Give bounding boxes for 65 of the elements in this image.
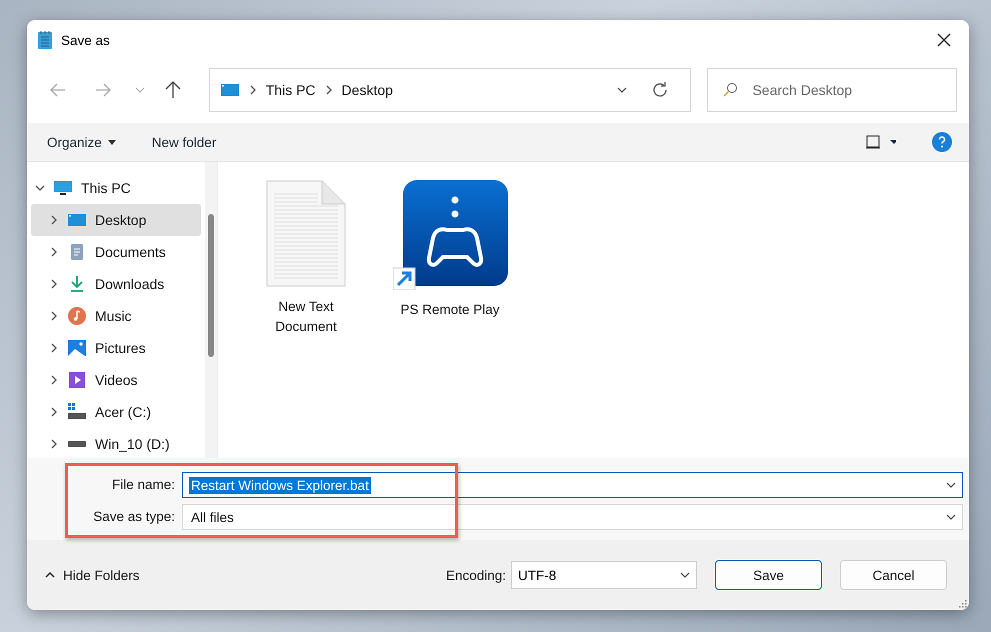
chevron-down-icon [134,87,144,93]
chevron-right-icon[interactable] [49,343,59,353]
back-arrow-icon [50,83,66,97]
caret-icon [946,482,956,488]
resize-grip-icon[interactable] [957,598,967,608]
organize-menu[interactable]: Organize [41,130,122,154]
monitor-icon [53,178,73,198]
sidebar-item[interactable]: Win_10 (D:) [31,428,201,458]
chevron-right-icon[interactable] [49,279,59,289]
cancel-button[interactable]: Cancel [840,560,947,590]
sidebar-item[interactable]: Downloads [31,268,201,300]
caret-icon [108,140,116,144]
breadcrumb-item[interactable]: This PC [266,82,316,98]
encoding-dropdown[interactable]: UTF-8 [511,561,697,589]
save-button[interactable]: Save [715,560,822,590]
sidebar-item[interactable]: Pictures [31,332,201,364]
chevron-right-icon[interactable] [324,85,334,95]
chevron-right-icon[interactable] [49,311,59,321]
chevron-right-icon[interactable] [49,247,59,257]
chevron-right-icon[interactable] [49,439,59,449]
file-name-field[interactable]: Restart Windows Explorer.bat [182,472,963,498]
text-document-icon [266,180,346,287]
chevron-right-icon[interactable] [248,85,258,95]
chevron-right-icon[interactable] [49,215,59,225]
sidebar-item[interactable]: Music [31,300,201,332]
chevron-right-icon[interactable] [49,407,59,417]
address-bar[interactable]: This PC Desktop [208,68,692,112]
notepad-icon [37,30,53,50]
sidebar-item[interactable]: This PC [31,172,201,204]
caret-icon [946,514,956,520]
sidebar-item[interactable]: Documents [31,236,201,268]
video-icon [67,370,87,390]
file-name[interactable]: New Text Document [251,297,361,337]
file-name-value: Restart Windows Explorer.bat [189,476,371,494]
view-pane-icon [866,135,896,149]
save-as-type-label: Save as type: [92,508,175,526]
save-as-type-dropdown[interactable]: All files [182,504,963,530]
sidebar-item[interactable]: Desktop [31,204,201,236]
sidebar-item[interactable]: Videos [31,364,201,396]
music-note-icon [67,306,87,326]
file-name[interactable]: PS Remote Play [395,300,505,320]
new-folder-button[interactable]: New folder [146,130,222,154]
encoding-label: Encoding: [446,568,506,582]
gamepad-app-icon [392,180,508,290]
search-field[interactable]: Search Desktop [707,68,957,112]
hide-folders-button[interactable]: Hide Folders [39,566,146,584]
caret-icon [680,572,690,578]
chevron-right-icon[interactable] [49,375,59,385]
breadcrumb-item[interactable]: Desktop [342,82,393,98]
search-icon [722,82,738,98]
up-arrow-icon [165,81,182,99]
window-title: Save as [61,32,111,48]
picture-icon [67,338,87,358]
save-as-type-value: All files [190,508,235,526]
drive-icon [67,402,87,422]
sidebar-item[interactable]: Acer (C:) [31,396,201,428]
drive-icon [67,441,87,447]
help-icon [932,132,952,152]
forward-arrow-icon [95,83,112,97]
refresh-icon [651,81,670,99]
close-icon [937,33,951,47]
chevron-down-icon[interactable] [35,183,45,193]
caret-icon [617,87,628,93]
chevron-up-icon [45,572,55,578]
file-name-label: File name: [110,476,175,494]
